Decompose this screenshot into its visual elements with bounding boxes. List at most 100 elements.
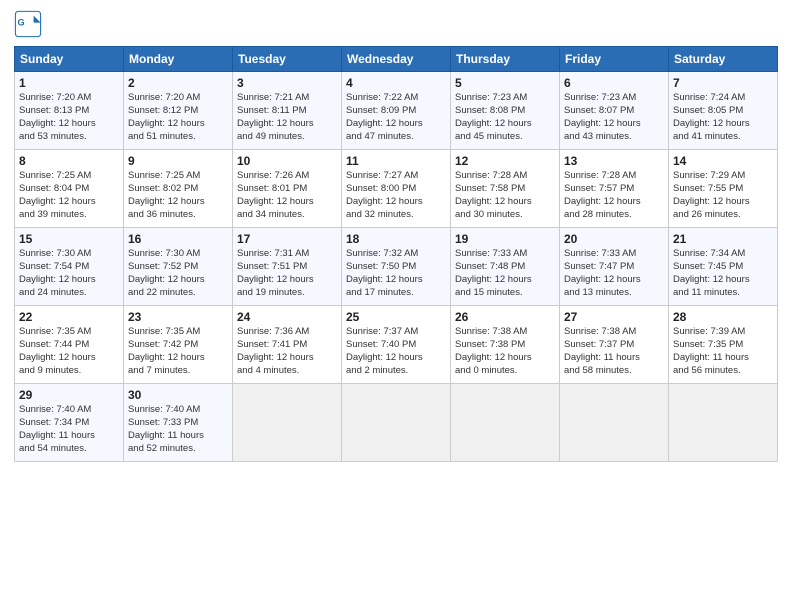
cell-line: Sunset: 8:08 PM bbox=[455, 105, 555, 118]
cell-line: Sunset: 8:12 PM bbox=[128, 105, 228, 118]
cell-line: Sunrise: 7:30 AM bbox=[19, 248, 119, 261]
cell-line: and 47 minutes. bbox=[346, 131, 446, 144]
calendar-row-4: 29Sunrise: 7:40 AMSunset: 7:34 PMDayligh… bbox=[15, 384, 778, 462]
cell-line: Sunset: 8:02 PM bbox=[128, 183, 228, 196]
cell-line: Sunset: 8:04 PM bbox=[19, 183, 119, 196]
cell-line: Daylight: 11 hours bbox=[564, 352, 664, 365]
calendar-cell bbox=[451, 384, 560, 462]
cell-line: Sunset: 7:38 PM bbox=[455, 339, 555, 352]
calendar-cell: 6Sunrise: 7:23 AMSunset: 8:07 PMDaylight… bbox=[560, 72, 669, 150]
cell-line: Sunrise: 7:23 AM bbox=[564, 92, 664, 105]
cell-line: and 2 minutes. bbox=[346, 365, 446, 378]
cell-line: Sunrise: 7:35 AM bbox=[128, 326, 228, 339]
cell-line: Sunrise: 7:40 AM bbox=[19, 404, 119, 417]
day-number: 9 bbox=[128, 153, 228, 169]
cell-line: Sunset: 8:07 PM bbox=[564, 105, 664, 118]
calendar-cell: 8Sunrise: 7:25 AMSunset: 8:04 PMDaylight… bbox=[15, 150, 124, 228]
cell-line: Sunset: 7:41 PM bbox=[237, 339, 337, 352]
cell-line: Sunrise: 7:38 AM bbox=[455, 326, 555, 339]
cell-line: Sunset: 7:40 PM bbox=[346, 339, 446, 352]
day-number: 8 bbox=[19, 153, 119, 169]
cell-line: Sunset: 7:50 PM bbox=[346, 261, 446, 274]
day-number: 18 bbox=[346, 231, 446, 247]
calendar-cell: 3Sunrise: 7:21 AMSunset: 8:11 PMDaylight… bbox=[233, 72, 342, 150]
calendar-cell: 15Sunrise: 7:30 AMSunset: 7:54 PMDayligh… bbox=[15, 228, 124, 306]
cell-line: Daylight: 12 hours bbox=[128, 274, 228, 287]
cell-line: Sunrise: 7:33 AM bbox=[455, 248, 555, 261]
day-number: 21 bbox=[673, 231, 773, 247]
cell-line: and 32 minutes. bbox=[346, 209, 446, 222]
cell-line: and 36 minutes. bbox=[128, 209, 228, 222]
cell-line: and 17 minutes. bbox=[346, 287, 446, 300]
cell-line: Daylight: 12 hours bbox=[346, 118, 446, 131]
cell-line: Sunset: 8:11 PM bbox=[237, 105, 337, 118]
cell-line: and 19 minutes. bbox=[237, 287, 337, 300]
calendar-cell: 10Sunrise: 7:26 AMSunset: 8:01 PMDayligh… bbox=[233, 150, 342, 228]
calendar-cell: 23Sunrise: 7:35 AMSunset: 7:42 PMDayligh… bbox=[124, 306, 233, 384]
svg-text:G: G bbox=[18, 17, 25, 27]
day-number: 2 bbox=[128, 75, 228, 91]
col-header-friday: Friday bbox=[560, 47, 669, 72]
cell-line: Sunset: 7:52 PM bbox=[128, 261, 228, 274]
calendar-cell: 11Sunrise: 7:27 AMSunset: 8:00 PMDayligh… bbox=[342, 150, 451, 228]
cell-line: Sunset: 7:48 PM bbox=[455, 261, 555, 274]
calendar-cell: 21Sunrise: 7:34 AMSunset: 7:45 PMDayligh… bbox=[669, 228, 778, 306]
day-number: 26 bbox=[455, 309, 555, 325]
cell-line: Sunset: 7:51 PM bbox=[237, 261, 337, 274]
cell-line: Sunrise: 7:33 AM bbox=[564, 248, 664, 261]
header: G bbox=[14, 10, 778, 38]
day-number: 11 bbox=[346, 153, 446, 169]
cell-line: and 7 minutes. bbox=[128, 365, 228, 378]
calendar-row-0: 1Sunrise: 7:20 AMSunset: 8:13 PMDaylight… bbox=[15, 72, 778, 150]
day-number: 28 bbox=[673, 309, 773, 325]
calendar-cell bbox=[560, 384, 669, 462]
cell-line: and 13 minutes. bbox=[564, 287, 664, 300]
logo-icon: G bbox=[14, 10, 42, 38]
cell-line: Daylight: 12 hours bbox=[564, 118, 664, 131]
cell-line: and 49 minutes. bbox=[237, 131, 337, 144]
calendar-cell bbox=[669, 384, 778, 462]
cell-line: and 30 minutes. bbox=[455, 209, 555, 222]
cell-line: Sunrise: 7:40 AM bbox=[128, 404, 228, 417]
day-number: 30 bbox=[128, 387, 228, 403]
calendar-cell: 22Sunrise: 7:35 AMSunset: 7:44 PMDayligh… bbox=[15, 306, 124, 384]
cell-line: Sunrise: 7:28 AM bbox=[455, 170, 555, 183]
day-number: 1 bbox=[19, 75, 119, 91]
calendar-row-3: 22Sunrise: 7:35 AMSunset: 7:44 PMDayligh… bbox=[15, 306, 778, 384]
cell-line: and 53 minutes. bbox=[19, 131, 119, 144]
calendar-cell: 9Sunrise: 7:25 AMSunset: 8:02 PMDaylight… bbox=[124, 150, 233, 228]
day-number: 16 bbox=[128, 231, 228, 247]
cell-line: and 11 minutes. bbox=[673, 287, 773, 300]
day-number: 13 bbox=[564, 153, 664, 169]
main-container: G SundayMondayTuesdayWednesdayThursdayFr… bbox=[0, 0, 792, 472]
cell-line: Daylight: 12 hours bbox=[455, 118, 555, 131]
cell-line: Sunset: 7:47 PM bbox=[564, 261, 664, 274]
cell-line: Daylight: 12 hours bbox=[128, 352, 228, 365]
cell-line: Sunset: 7:37 PM bbox=[564, 339, 664, 352]
cell-line: Daylight: 12 hours bbox=[19, 196, 119, 209]
day-number: 10 bbox=[237, 153, 337, 169]
cell-line: and 34 minutes. bbox=[237, 209, 337, 222]
calendar-cell bbox=[233, 384, 342, 462]
col-header-saturday: Saturday bbox=[669, 47, 778, 72]
day-number: 23 bbox=[128, 309, 228, 325]
cell-line: Sunrise: 7:36 AM bbox=[237, 326, 337, 339]
cell-line: Sunrise: 7:25 AM bbox=[19, 170, 119, 183]
calendar-cell: 13Sunrise: 7:28 AMSunset: 7:57 PMDayligh… bbox=[560, 150, 669, 228]
day-number: 7 bbox=[673, 75, 773, 91]
calendar-row-2: 15Sunrise: 7:30 AMSunset: 7:54 PMDayligh… bbox=[15, 228, 778, 306]
cell-line: Sunrise: 7:21 AM bbox=[237, 92, 337, 105]
cell-line: and 58 minutes. bbox=[564, 365, 664, 378]
cell-line: Daylight: 12 hours bbox=[19, 274, 119, 287]
cell-line: Sunset: 8:09 PM bbox=[346, 105, 446, 118]
cell-line: and 41 minutes. bbox=[673, 131, 773, 144]
cell-line: and 28 minutes. bbox=[564, 209, 664, 222]
calendar-cell: 27Sunrise: 7:38 AMSunset: 7:37 PMDayligh… bbox=[560, 306, 669, 384]
cell-line: Sunrise: 7:26 AM bbox=[237, 170, 337, 183]
cell-line: Daylight: 12 hours bbox=[346, 196, 446, 209]
cell-line: Daylight: 12 hours bbox=[564, 274, 664, 287]
cell-line: Daylight: 12 hours bbox=[128, 196, 228, 209]
cell-line: and 45 minutes. bbox=[455, 131, 555, 144]
cell-line: Sunrise: 7:25 AM bbox=[128, 170, 228, 183]
cell-line: Daylight: 12 hours bbox=[346, 274, 446, 287]
